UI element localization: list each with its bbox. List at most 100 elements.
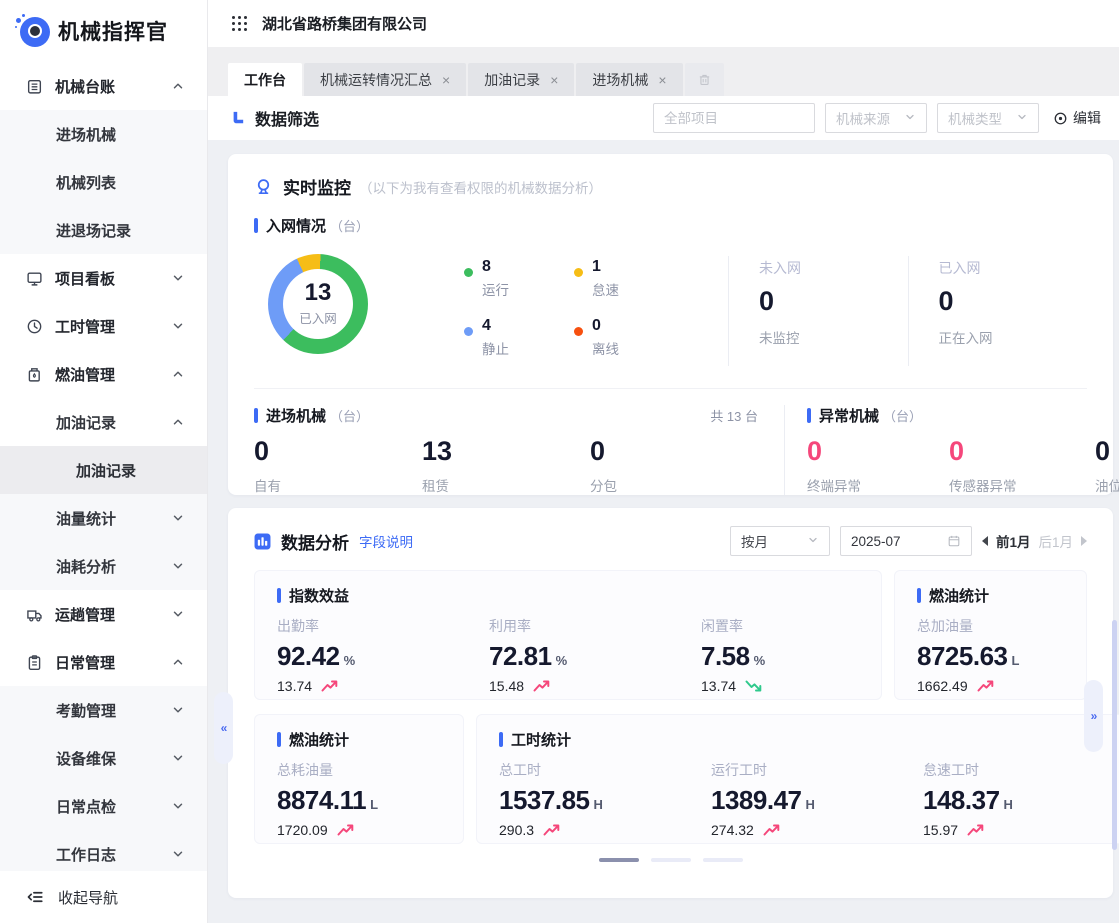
machine-source-select[interactable]: 机械来源 xyxy=(825,103,927,133)
bar-chart-icon xyxy=(254,533,271,550)
chevron-up-icon xyxy=(171,367,185,381)
trend-up-icon xyxy=(336,823,356,837)
legend-dot xyxy=(574,268,583,277)
chevron-down-icon xyxy=(807,534,819,549)
page-indicator[interactable] xyxy=(703,858,743,862)
next-month-button[interactable]: 后1月 xyxy=(1038,531,1073,551)
chevron-up-icon xyxy=(171,415,185,429)
prev-month-button[interactable]: 前1月 xyxy=(996,531,1031,551)
page-indicator[interactable] xyxy=(651,858,691,862)
carousel-pagination xyxy=(254,858,1087,862)
sidebar-item-project-board[interactable]: 项目看板 xyxy=(0,254,207,302)
field-description-link[interactable]: 字段说明 xyxy=(359,531,413,551)
stat-subcontracted: 0 分包 xyxy=(590,438,758,495)
legend-item-offline: 0离线 xyxy=(574,317,684,358)
page-indicator-active[interactable] xyxy=(599,858,639,862)
fuel-stats-card-consumption: 燃油统计 总耗油量 8874.11L 1720.09 xyxy=(254,714,464,844)
filter-title: 数据筛选 xyxy=(228,106,319,130)
metric-idle-hours: 怠速工时 148.37H 15.97 xyxy=(923,760,1119,838)
chevron-down-icon xyxy=(171,847,185,861)
close-icon[interactable]: × xyxy=(550,73,558,87)
data-analysis-panel: 数据分析 字段说明 按月 2025-07 前1月 xyxy=(228,508,1113,898)
sidebar-item-daily-inspection[interactable]: 日常点检 xyxy=(0,782,207,830)
sidebar-item-refuel-records-group[interactable]: 加油记录 xyxy=(0,398,207,446)
donut-center-value: 13 xyxy=(305,281,332,305)
content-area: 实时监控 （以下为我有查看权限的机械数据分析） 入网情况 （台） 13 已入网 xyxy=(208,140,1119,923)
chevron-down-icon xyxy=(171,271,185,285)
calendar-icon xyxy=(947,534,961,548)
sidebar-item-entered-machines[interactable]: 进场机械 xyxy=(0,110,207,158)
sidebar-item-label: 工时管理 xyxy=(55,316,115,337)
carousel-scroll-right-button[interactable]: » xyxy=(1084,680,1103,752)
sidebar-item-work-hours[interactable]: 工时管理 xyxy=(0,302,207,350)
filter-bar: 数据筛选 机械来源 机械类型 编辑 xyxy=(208,96,1119,140)
fuel-stats-card-refuel: 燃油统计 总加油量 8725.63L 1662.49 xyxy=(894,570,1087,700)
clear-tabs-button[interactable] xyxy=(685,63,724,96)
project-filter-field[interactable] xyxy=(653,103,815,133)
sidebar-item-fuel-management[interactable]: 燃油管理 xyxy=(0,350,207,398)
next-month-arrow-icon[interactable] xyxy=(1081,536,1087,546)
tab-refuel-records[interactable]: 加油记录× xyxy=(468,63,574,96)
sidebar-item-refuel-records[interactable]: 加油记录 xyxy=(0,446,207,494)
tab-machine-operation-summary[interactable]: 机械运转情况汇总× xyxy=(304,63,466,96)
stat-oil-uncalibrated: 0 油位未标定 xyxy=(1095,438,1119,495)
sidebar-item-equipment-maintenance[interactable]: 设备维保 xyxy=(0,734,207,782)
network-status-title: 入网情况 （台） xyxy=(254,215,1087,236)
stat-sensor-abnormal: 0 传感器异常 xyxy=(949,438,1095,495)
chevron-down-icon xyxy=(171,559,185,573)
edit-button[interactable]: 编辑 xyxy=(1053,108,1101,128)
topbar: 湖北省路桥集团有限公司 xyxy=(208,0,1119,47)
brand-name: 机械指挥官 xyxy=(58,16,168,46)
close-icon[interactable]: × xyxy=(442,73,450,87)
sidebar-item-oil-volume-stats[interactable]: 油量统计 xyxy=(0,494,207,542)
legend-dot xyxy=(464,268,473,277)
period-select[interactable]: 按月 xyxy=(730,526,830,556)
entered-machines-block: 进场机械（台） 共 13 台 0 自有 13 租赁 xyxy=(254,405,785,495)
chevron-down-icon xyxy=(171,703,185,717)
sidebar-item-work-log[interactable]: 工作日志 xyxy=(0,830,207,871)
app-window: 机械指挥官 机械台账 进场机械 机械列表 进退场记录 项目看板 工时管理 xyxy=(0,0,1119,923)
legend-dot xyxy=(464,327,473,336)
collapse-nav-button[interactable]: 收起导航 xyxy=(0,871,207,923)
sidebar-item-machine-list[interactable]: 机械列表 xyxy=(0,158,207,206)
apps-grid-icon[interactable] xyxy=(232,16,248,32)
fuel-icon xyxy=(26,366,43,383)
metric-total-consumption: 总耗油量 8874.11L 1720.09 xyxy=(277,760,489,838)
sidebar-item-fuel-consumption-analysis[interactable]: 油耗分析 xyxy=(0,542,207,590)
chevron-up-icon xyxy=(171,79,185,93)
index-benefit-card: 指数效益 出勤率 92.42% 13.74 利用率 72.81% 15.48 xyxy=(254,570,882,700)
legend-dot xyxy=(574,327,583,336)
month-picker[interactable]: 2025-07 xyxy=(840,526,972,556)
networked-block: 已入网 0 正在入网 xyxy=(908,250,1087,372)
machine-type-select[interactable]: 机械类型 xyxy=(937,103,1039,133)
sidebar-item-label: 工作日志 xyxy=(56,844,116,865)
sidebar-item-label: 加油记录 xyxy=(56,412,116,433)
truck-icon xyxy=(26,606,43,623)
sidebar-item-trip-management[interactable]: 运趟管理 xyxy=(0,590,207,638)
sidebar-item-label: 油耗分析 xyxy=(56,556,116,577)
trend-up-icon xyxy=(976,679,996,693)
tab-label: 工作台 xyxy=(244,70,286,90)
vertical-scrollbar[interactable] xyxy=(1112,620,1117,850)
brand: 机械指挥官 xyxy=(0,0,207,62)
carousel-scroll-left-button[interactable]: « xyxy=(214,692,233,764)
clock-icon xyxy=(26,318,43,335)
sidebar-item-machine-ledger[interactable]: 机械台账 xyxy=(0,62,207,110)
sidebar-item-daily-management[interactable]: 日常管理 xyxy=(0,638,207,686)
sidebar-item-entry-exit-records[interactable]: 进退场记录 xyxy=(0,206,207,254)
board-icon xyxy=(26,270,43,287)
trend-up-icon xyxy=(542,823,562,837)
realtime-monitor-panel: 实时监控 （以下为我有查看权限的机械数据分析） 入网情况 （台） 13 已入网 xyxy=(228,154,1113,495)
prev-month-arrow-icon[interactable] xyxy=(982,536,988,546)
trend-up-icon xyxy=(532,679,552,693)
tab-workbench[interactable]: 工作台 xyxy=(228,63,302,96)
sidebar-item-attendance[interactable]: 考勤管理 xyxy=(0,686,207,734)
entered-total: 共 13 台 xyxy=(710,406,758,425)
trend-down-icon xyxy=(744,679,764,693)
trend-up-icon xyxy=(762,823,782,837)
close-icon[interactable]: × xyxy=(658,73,666,87)
tab-entered-machines[interactable]: 进场机械× xyxy=(576,63,682,96)
sidebar-item-label: 考勤管理 xyxy=(56,700,116,721)
chevron-down-icon xyxy=(171,799,185,813)
project-search-input[interactable] xyxy=(664,111,804,126)
